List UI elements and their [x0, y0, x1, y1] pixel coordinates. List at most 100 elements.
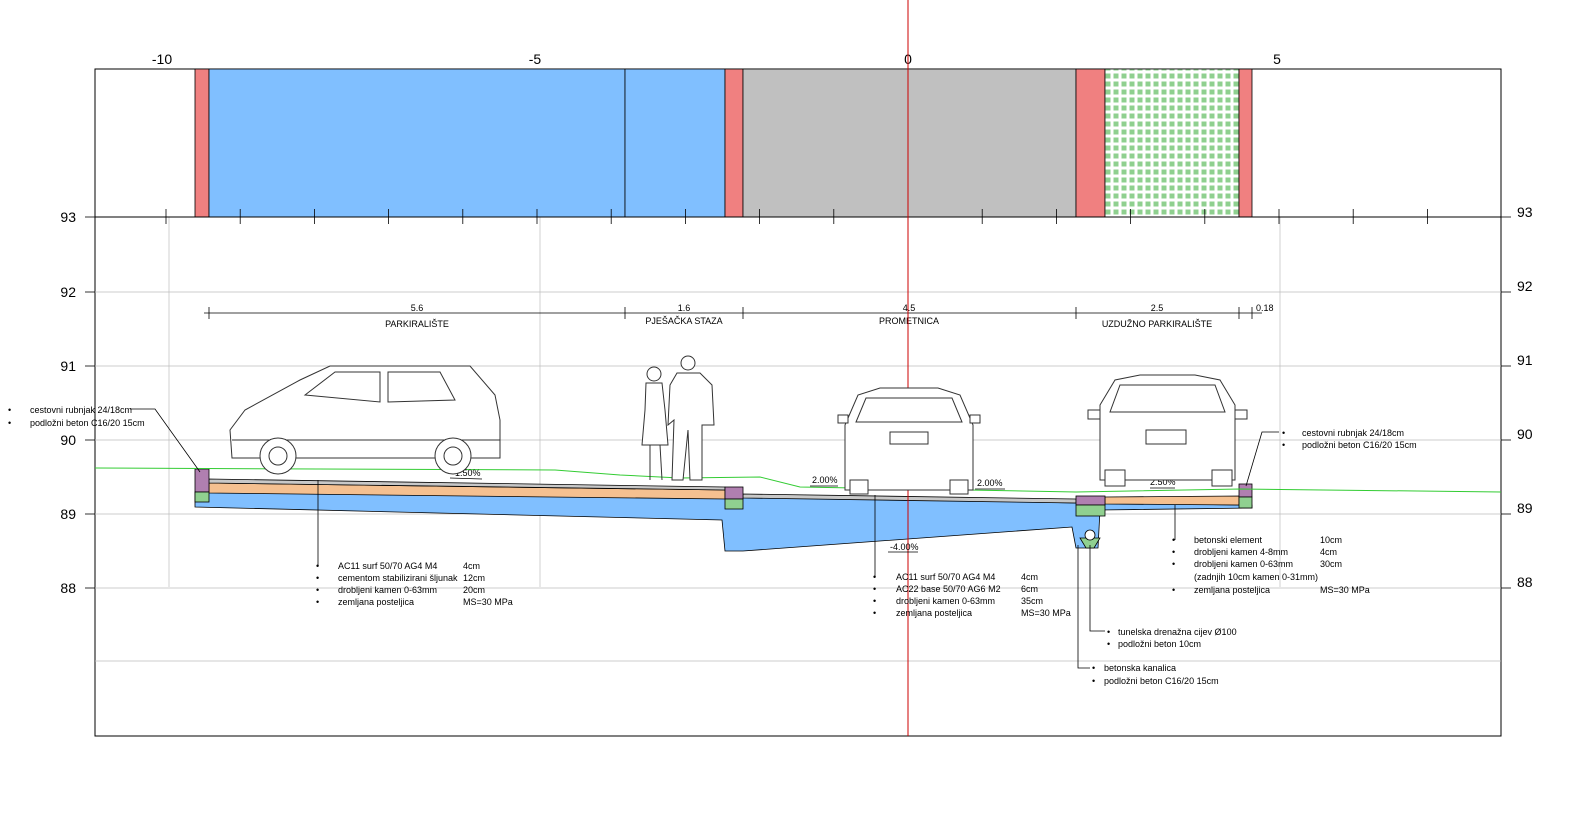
curb-right-footing [1075, 504, 1106, 517]
channel-annotation: • • betonska kanalica podložni beton C16/… [1092, 663, 1219, 686]
svg-text:•: • [1107, 639, 1110, 649]
layer-name: zemljana posteljica [1194, 585, 1270, 595]
svg-text:•: • [873, 608, 876, 618]
plan-road [742, 68, 1077, 218]
svg-text:•: • [1172, 547, 1175, 557]
svg-text:•: • [1092, 663, 1095, 673]
layer-name: drobljeni kamen 0-63mm [896, 596, 995, 606]
y-tick-label: 89 [1517, 500, 1533, 516]
svg-text:•: • [1282, 440, 1285, 450]
layer-name: (zadnjih 10cm kamen 0-31mm) [1194, 572, 1318, 582]
zone-name: PARKIRALIŠTE [385, 319, 449, 329]
layer-name: cementom stabilizirani šljunak [338, 573, 458, 583]
svg-text:•: • [316, 573, 319, 583]
long-parking-layers-annotation: • • • • betonski element 10cm drobljeni ka… [1172, 535, 1370, 595]
slope-label: -4.00% [890, 542, 919, 552]
layer-pavers [1104, 495, 1240, 506]
layer-name: AC22 base 50/70 AG6 M2 [896, 584, 1001, 594]
y-tick-label: 88 [1517, 574, 1533, 590]
svg-text:•: • [316, 561, 319, 571]
curb-edge-footing [1238, 496, 1253, 509]
svg-text:•: • [1172, 559, 1175, 569]
y-tick-label: 92 [60, 284, 76, 300]
zone-width: 0.18 [1256, 303, 1274, 313]
svg-text:•: • [873, 584, 876, 594]
layer-value: 4cm [1320, 547, 1337, 557]
plan-sidewalk [624, 68, 726, 218]
y-tick-label: 90 [1517, 426, 1533, 442]
zone-width: 5.6 [411, 303, 424, 313]
layer-value: MS=30 MPa [463, 597, 513, 607]
dimension-line [204, 307, 1262, 319]
y-tick-label: 89 [60, 506, 76, 522]
layer-value: 12cm [463, 573, 485, 583]
annotation-text: betonska kanalica [1104, 663, 1176, 673]
annotation-text: tunelska drenažna cijev Ø100 [1118, 627, 1237, 637]
svg-text:•: • [873, 572, 876, 582]
layer-name: AC11 surf 50/70 AG4 M4 [896, 572, 995, 582]
slope-label: 2.00% [812, 475, 838, 485]
slope-label: 2.00% [977, 478, 1003, 488]
zone-name: PROMETNICA [879, 316, 939, 326]
x-tick-label: 5 [1273, 51, 1281, 67]
zone-name: PJEŠAČKA STAZA [645, 316, 722, 326]
road-layers-annotation: • • • • AC11 surf 50/70 AG4 M4 4cm AC22 ba… [873, 572, 1071, 618]
plan-parking [208, 68, 626, 218]
cross-section [194, 468, 1253, 552]
curb-edge-section [1238, 483, 1253, 498]
plan-view [194, 68, 1253, 218]
layer-value: 4cm [463, 561, 480, 571]
layer-value: MS=30 MPa [1320, 585, 1370, 595]
y-tick-label: 90 [60, 432, 76, 448]
y-tick-label: 91 [60, 358, 76, 374]
svg-text:•: • [1172, 535, 1175, 545]
pedestrians-illustration [641, 355, 715, 481]
car-side-illustration [229, 365, 501, 475]
svg-text:•: • [316, 597, 319, 607]
annotation-text: cestovni rubnjak 24/18cm [1302, 428, 1404, 438]
suv-rear-illustration [1087, 374, 1248, 487]
svg-text:•: • [873, 596, 876, 606]
y-tick-label: 93 [60, 209, 76, 225]
x-tick-label: -10 [152, 51, 172, 67]
curb-left-section [194, 468, 210, 493]
svg-text:•: • [1107, 627, 1110, 637]
layer-value: MS=30 MPa [1021, 608, 1071, 618]
annotation-text: podložni beton C16/20 15cm [30, 418, 145, 428]
svg-text:•: • [1282, 428, 1285, 438]
layer-name: drobljeni kamen 0-63mm [1194, 559, 1293, 569]
layer-name: AC11 surf 50/70 AG4 M4 [338, 561, 437, 571]
layer-value: 35cm [1021, 596, 1043, 606]
zone-width: 1.6 [678, 303, 691, 313]
layer-name: drobljeni kamen 4-8mm [1194, 547, 1288, 557]
parking-layers-annotation: • • • • AC11 surf 50/70 AG4 M4 4cm cemento… [316, 561, 513, 607]
annotation-text: podložni beton C16/20 15cm [1302, 440, 1417, 450]
svg-text:•: • [1092, 676, 1095, 686]
curb-mid-footing [724, 498, 744, 510]
curb-mid-section [724, 486, 744, 500]
right-curb-annotation: • • cestovni rubnjak 24/18cm podložni be… [1282, 428, 1417, 450]
curb-right-section [1075, 495, 1106, 506]
cross-section-drawing: -10 -5 0 5 93 92 91 90 89 88 93 92 91 90… [8, 0, 1533, 737]
y-tick-label: 88 [60, 580, 76, 596]
annotation-text: cestovni rubnjak 24/18cm [30, 405, 132, 415]
layer-value: 4cm [1021, 572, 1038, 582]
layer-value: 10cm [1320, 535, 1342, 545]
annotation-text: podložni beton C16/20 15cm [1104, 676, 1219, 686]
plan-curb-mid [724, 68, 744, 218]
car-rear-illustration [837, 387, 981, 495]
zone-width: 4.5 [903, 303, 916, 313]
plan-curb-left [194, 68, 210, 218]
svg-text:•: • [316, 585, 319, 595]
svg-text:•: • [8, 405, 11, 415]
layer-value: 6cm [1021, 584, 1038, 594]
layer-name: zemljana posteljica [896, 608, 972, 618]
annotation-text: podložni beton 10cm [1118, 639, 1201, 649]
y-tick-label: 92 [1517, 278, 1533, 294]
plan-curb-edge [1238, 68, 1253, 218]
left-curb-annotation: • • cestovni rubnjak 24/18cm podložni be… [8, 405, 145, 428]
curb-left-footing [194, 491, 210, 503]
drain-annotation: • • tunelska drenažna cijev Ø100 podložni… [1107, 627, 1237, 649]
layer-name: betonski element [1194, 535, 1263, 545]
zone-width: 2.5 [1151, 303, 1164, 313]
